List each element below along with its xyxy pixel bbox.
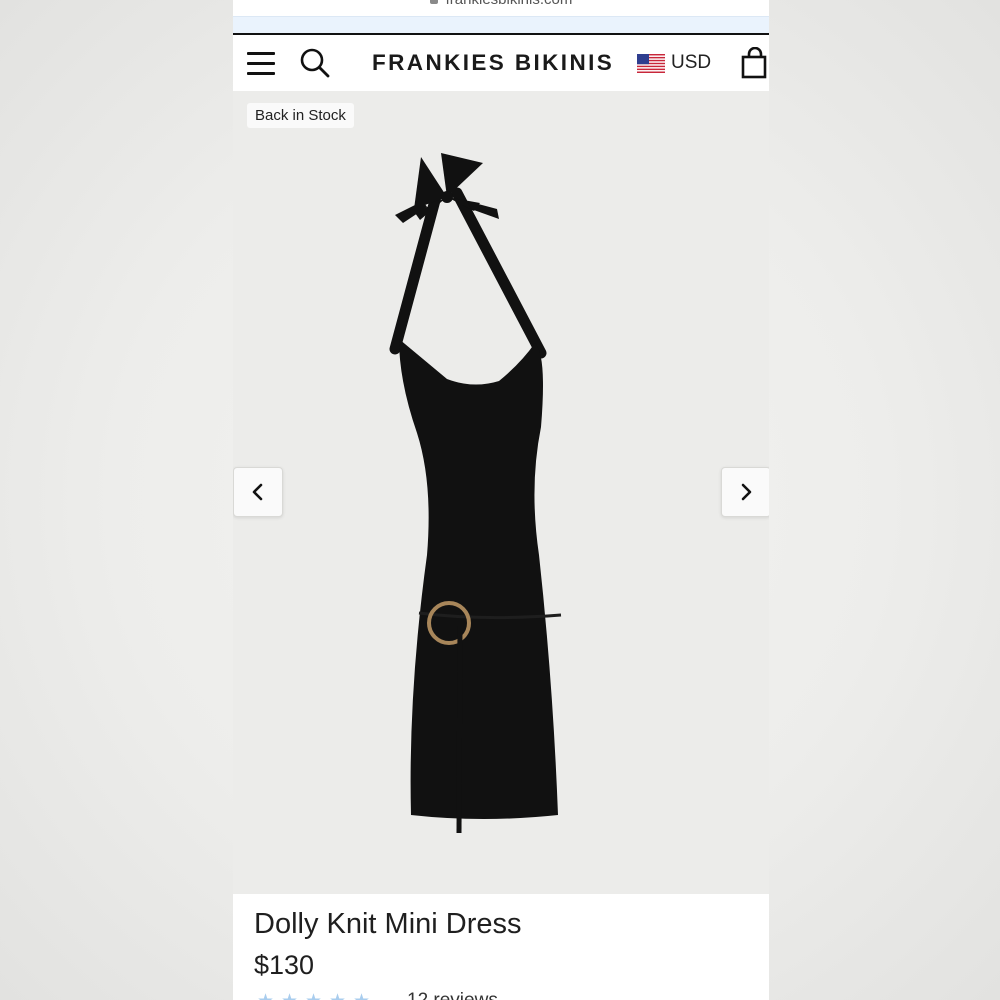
review-count[interactable]: 12 reviews: [407, 990, 498, 1000]
menu-line: [247, 62, 275, 65]
star-icon: ★: [329, 992, 349, 1000]
hamburger-menu-icon[interactable]: [247, 52, 275, 76]
browser-url-bar[interactable]: frankiesbikinis.com: [233, 0, 769, 16]
star-icon: ★: [257, 992, 277, 1000]
gallery-next-button[interactable]: [721, 467, 769, 517]
product-gallery[interactable]: Back in Stock: [233, 91, 769, 894]
browser-toolbar-band: [233, 16, 769, 33]
lock-icon: [429, 0, 438, 5]
gallery-prev-button[interactable]: [233, 467, 283, 517]
product-info: Dolly Knit Mini Dress $130 ★ ★ ★ ★ ★ 12 …: [233, 894, 769, 1000]
product-price: $130: [254, 950, 315, 980]
phone-screen: frankiesbikinis.com FRANKIES BIKINIS: [233, 0, 769, 1000]
back-in-stock-badge: Back in Stock: [247, 103, 354, 128]
chevron-left-icon: [252, 483, 263, 501]
url-text: frankiesbikinis.com: [446, 0, 573, 8]
us-flag-icon: [637, 54, 665, 73]
star-icon: ★: [305, 992, 325, 1000]
chevron-right-icon: [741, 483, 752, 501]
star-icon: ★: [281, 992, 301, 1000]
shopping-bag-icon[interactable]: [741, 47, 769, 79]
search-icon[interactable]: [299, 47, 331, 79]
menu-line: [247, 72, 275, 75]
product-image-black-halter-dress[interactable]: [363, 143, 643, 843]
site-header: FRANKIES BIKINIS USD: [233, 33, 769, 93]
site-logo[interactable]: FRANKIES BIKINIS: [372, 50, 614, 76]
menu-line: [247, 52, 275, 55]
star-icon: ★: [353, 992, 373, 1000]
product-title: Dolly Knit Mini Dress: [254, 908, 522, 940]
url-text-row: frankiesbikinis.com: [233, 0, 769, 8]
currency-label: USD: [671, 52, 712, 73]
